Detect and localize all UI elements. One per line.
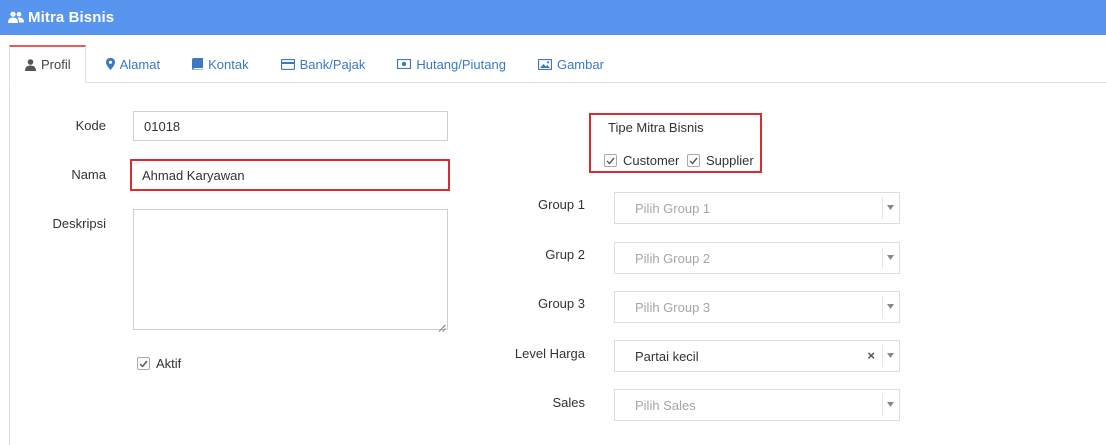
supplier-label: Supplier [706, 153, 754, 168]
caret-down-icon[interactable] [886, 399, 894, 409]
select-separator [882, 345, 883, 367]
aktif-checkbox[interactable]: Aktif [137, 356, 181, 371]
tab-label: Profil [41, 57, 71, 72]
check-icon [604, 154, 617, 167]
tab-label: Bank/Pajak [299, 56, 366, 72]
customer-checkbox[interactable]: Customer [604, 153, 679, 168]
caret-down-icon[interactable] [886, 252, 894, 262]
resize-grip-icon[interactable] [438, 320, 446, 332]
tab-gambar[interactable]: Gambar [522, 45, 620, 83]
group3-placeholder: Pilih Group 3 [635, 299, 711, 315]
tipe-mitra-group: Tipe Mitra Bisnis Customer Supplier [589, 113, 762, 173]
level-harga-select[interactable]: Partai kecil × [614, 340, 900, 372]
tab-label: Kontak [208, 56, 249, 72]
check-icon [137, 357, 150, 370]
sales-label: Sales [552, 395, 585, 410]
nama-label: Nama [71, 167, 106, 182]
group2-label: Grup 2 [545, 247, 585, 262]
tab-label: Gambar [556, 56, 604, 72]
caret-down-icon[interactable] [886, 350, 894, 360]
user-icon [25, 58, 36, 71]
group3-label: Group 3 [538, 296, 585, 311]
sales-placeholder: Pilih Sales [635, 397, 696, 413]
select-separator [882, 197, 883, 219]
group1-label: Group 1 [538, 197, 585, 212]
sales-select[interactable]: Pilih Sales [614, 389, 900, 421]
credit-card-icon [280, 58, 295, 70]
window-title: Mitra Bisnis [28, 9, 115, 26]
level-harga-value: Partai kecil [635, 348, 699, 364]
group3-select[interactable]: Pilih Group 3 [614, 291, 900, 323]
users-icon [8, 11, 24, 25]
tab-kontak[interactable]: Kontak [176, 45, 264, 83]
kode-field[interactable]: 01018 [133, 111, 448, 141]
tab-alamat[interactable]: Alamat [86, 45, 176, 83]
aktif-label: Aktif [156, 356, 182, 371]
check-icon [687, 154, 700, 167]
kode-label: Kode [75, 118, 106, 133]
map-marker-icon [105, 58, 115, 70]
money-icon [397, 59, 412, 69]
select-separator [882, 296, 883, 318]
book-icon [192, 58, 204, 70]
customer-label: Customer [623, 153, 680, 168]
group2-select[interactable]: Pilih Group 2 [614, 242, 900, 274]
select-separator [882, 394, 883, 416]
tab-bank-pajak[interactable]: Bank/Pajak [265, 45, 382, 83]
deskripsi-label: Deskripsi [52, 216, 106, 231]
caret-down-icon[interactable] [886, 301, 894, 311]
group1-placeholder: Pilih Group 1 [635, 200, 711, 216]
clear-icon[interactable]: × [867, 348, 875, 363]
group1-select[interactable]: Pilih Group 1 [614, 192, 900, 224]
tab-bar: Profil Alamat Kontak Bank/Pajak Hutang/P… [9, 45, 620, 83]
window-titlebar: Mitra Bisnis [0, 0, 1106, 35]
tab-profil[interactable]: Profil [9, 45, 86, 83]
tab-label: Hutang/Piutang [416, 56, 506, 72]
caret-down-icon[interactable] [886, 202, 894, 212]
group2-placeholder: Pilih Group 2 [635, 250, 711, 266]
nama-field[interactable]: Ahmad Karyawan [130, 159, 450, 191]
deskripsi-textarea[interactable] [133, 209, 448, 330]
picture-icon [537, 58, 552, 70]
select-separator [882, 247, 883, 269]
tab-label: Alamat [119, 56, 161, 72]
tipe-mitra-title: Tipe Mitra Bisnis [608, 120, 704, 135]
tab-hutang-piutang[interactable]: Hutang/Piutang [381, 45, 522, 83]
supplier-checkbox[interactable]: Supplier [687, 153, 754, 168]
level-harga-label: Level Harga [514, 346, 585, 361]
